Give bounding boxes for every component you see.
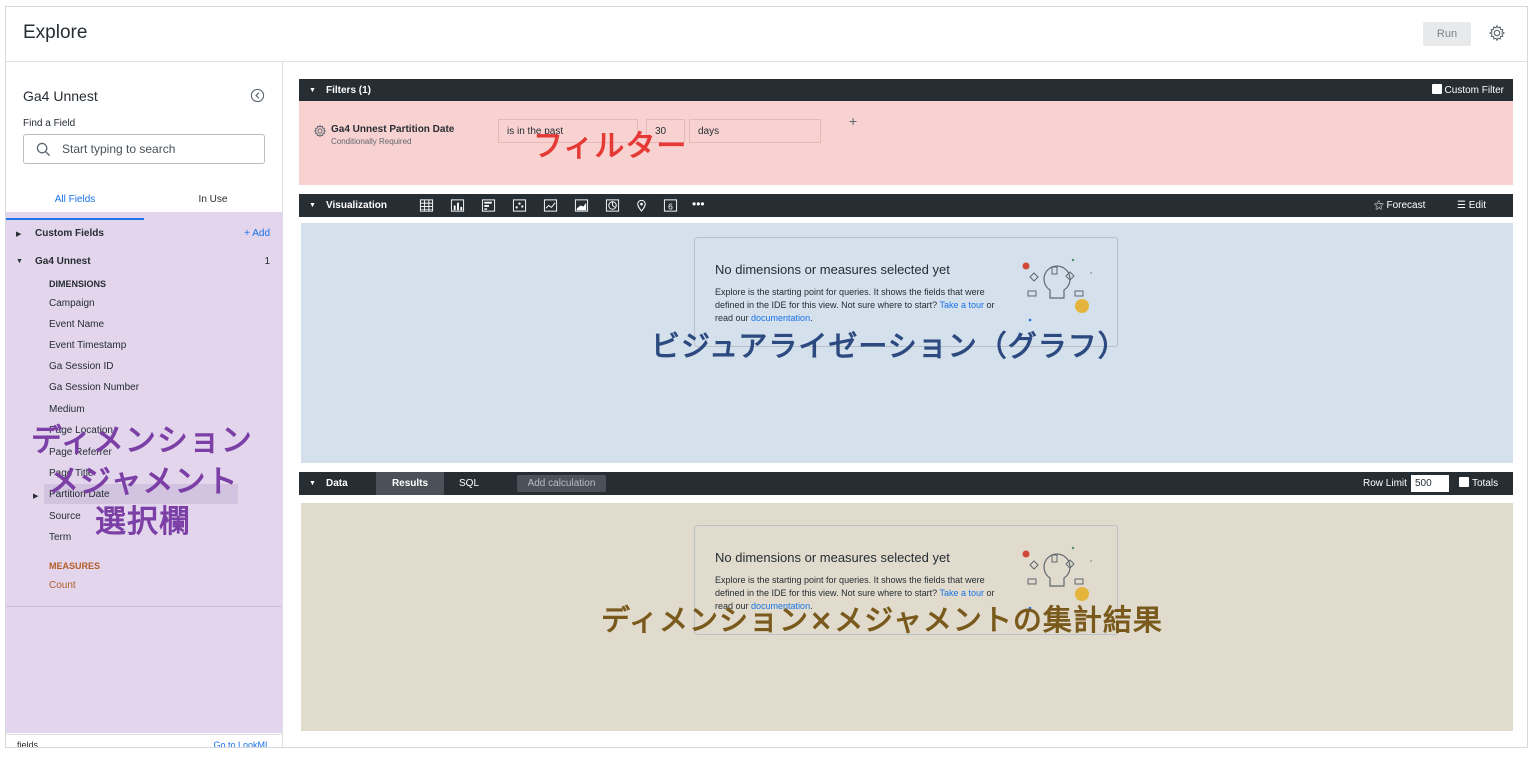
view-group-ga4-unnest[interactable]: ▼ Ga4 Unnest 1	[6, 253, 282, 273]
svg-text:6: 6	[668, 201, 673, 211]
tab-all-fields[interactable]: All Fields	[6, 180, 144, 220]
run-button[interactable]: Run	[1423, 22, 1471, 46]
filter-unit-select[interactable]: days	[689, 119, 821, 143]
explore-window: Explore Run Ga4 Unnest Find a Field All …	[5, 6, 1528, 748]
custom-filter-label: Custom Filter	[1444, 85, 1504, 96]
dimension-item[interactable]: Ga Session Number	[49, 382, 139, 393]
data-bar[interactable]: ▼ Data Results SQL Add calculation Row L…	[299, 472, 1513, 495]
annotation-selection-area: 選択欄	[95, 504, 191, 540]
edit-label: Edit	[1468, 200, 1486, 211]
edit-button[interactable]: ☰ Edit	[1457, 200, 1486, 211]
lightbulb-icon	[1022, 258, 1092, 322]
annotation-filter: フィルター	[533, 129, 688, 164]
bar-chart-icon[interactable]	[481, 198, 496, 213]
sidebar-footer: fields Go to LookML	[6, 734, 282, 748]
totals-label: Totals	[1472, 478, 1499, 489]
collapse-sidebar-icon[interactable]	[250, 88, 265, 103]
empty-state-title: No dimensions or measures selected yet	[715, 262, 950, 277]
explore-header: Explore Run	[6, 7, 1527, 62]
dimension-item[interactable]: Medium	[49, 404, 85, 415]
checkbox-icon[interactable]	[1431, 84, 1442, 94]
dimension-item[interactable]: Source	[49, 511, 81, 522]
sliders-icon: ☰	[1457, 200, 1469, 211]
footer-fields-label: fields	[17, 740, 39, 748]
custom-fields-group[interactable]: ▶ Custom Fields + Add	[6, 225, 282, 245]
view-label: Ga4 Unnest	[35, 256, 91, 267]
empty-state-title: No dimensions or measures selected yet	[715, 550, 950, 565]
add-calculation-button[interactable]: Add calculation	[517, 475, 606, 492]
filter-field-note: Conditionally Required	[331, 137, 412, 146]
forecast-label: Forecast	[1386, 200, 1426, 211]
in-use-count: 1	[264, 256, 270, 267]
tab-in-use[interactable]: In Use	[144, 180, 282, 220]
tab-sql[interactable]: SQL	[459, 478, 479, 489]
page-title: Explore	[23, 22, 88, 43]
annotation-measurement: メジャメント	[48, 464, 239, 500]
dimension-item[interactable]: Term	[49, 532, 71, 543]
single-value-icon[interactable]: 6	[663, 198, 678, 213]
data-title: Data	[326, 478, 348, 489]
more-options-icon[interactable]: •••	[692, 197, 705, 211]
empty-state-description: Explore is the starting point for querie…	[715, 286, 1005, 325]
totals-toggle[interactable]: Totals	[1459, 477, 1498, 489]
collapse-icon[interactable]: ▼	[309, 87, 316, 94]
dimension-item[interactable]: Event Name	[49, 319, 104, 330]
map-pin-icon[interactable]	[634, 198, 649, 213]
documentation-link[interactable]: documentation	[751, 313, 810, 323]
collapse-icon: ▼	[16, 258, 23, 265]
dimension-item[interactable]: Campaign	[49, 298, 95, 309]
field-picker-sidebar: Ga4 Unnest Find a Field All Fields In Us…	[6, 62, 283, 748]
tab-results[interactable]: Results	[376, 472, 444, 495]
collapse-icon[interactable]: ▼	[309, 202, 316, 209]
search-box	[23, 134, 265, 164]
forecast-icon: ⚝	[1374, 200, 1387, 211]
find-field-label: Find a Field	[23, 118, 76, 129]
annotation-data: ディメンション×メジャメントの集計結果	[601, 603, 1163, 637]
measure-item[interactable]: Count	[49, 580, 76, 591]
search-input[interactable]	[62, 139, 257, 159]
annotation-dimension: ディメンション	[31, 423, 253, 459]
gear-icon[interactable]	[313, 124, 327, 138]
pie-chart-icon[interactable]	[605, 198, 620, 213]
annotation-visualization: ビジュアライゼーション（グラフ）	[651, 329, 1128, 363]
divider	[6, 606, 282, 607]
filter-field-name: Ga4 Unnest Partition Date	[331, 124, 455, 135]
gear-icon[interactable]	[1488, 24, 1506, 42]
take-a-tour-link[interactable]: Take a tour	[939, 300, 984, 310]
dimension-item[interactable]: Event Timestamp	[49, 340, 126, 351]
expand-icon: ▶	[16, 231, 22, 238]
scatter-icon[interactable]	[512, 198, 527, 213]
table-icon[interactable]	[419, 198, 434, 213]
expand-icon[interactable]: ▶	[33, 492, 38, 500]
area-chart-icon[interactable]	[574, 198, 589, 213]
visualization-title: Visualization	[326, 200, 387, 211]
row-limit-input[interactable]: 500	[1411, 475, 1449, 492]
filters-bar[interactable]: ▼ Filters (1) Custom Filter	[299, 79, 1513, 101]
checkbox-icon[interactable]	[1459, 477, 1469, 487]
dimension-item[interactable]: Ga Session ID	[49, 361, 113, 372]
explore-name: Ga4 Unnest	[23, 88, 98, 104]
line-chart-icon[interactable]	[543, 198, 558, 213]
filters-title: Filters (1)	[326, 85, 372, 96]
go-to-lookml-link[interactable]: Go to LookML	[213, 740, 270, 747]
custom-filter-toggle[interactable]: Custom Filter	[1431, 84, 1504, 96]
visualization-bar[interactable]: ▼ Visualization 6 ••• ⚝ Forecast ☰ Edit	[299, 194, 1513, 217]
forecast-button[interactable]: ⚝ Forecast	[1374, 200, 1425, 211]
column-chart-icon[interactable]	[450, 198, 465, 213]
add-filter-icon[interactable]: +	[849, 113, 857, 129]
period-text: .	[810, 313, 813, 323]
filter-panel: Ga4 Unnest Partition Date Conditionally …	[299, 101, 1513, 185]
measures-heading: MEASURES	[49, 561, 101, 571]
row-limit-label: Row Limit	[1363, 478, 1407, 489]
collapse-icon[interactable]: ▼	[309, 480, 316, 487]
add-custom-field-link[interactable]: + Add	[244, 228, 270, 239]
custom-fields-label: Custom Fields	[35, 228, 104, 239]
search-icon	[36, 142, 51, 157]
dimensions-heading: DIMENSIONS	[49, 279, 107, 289]
